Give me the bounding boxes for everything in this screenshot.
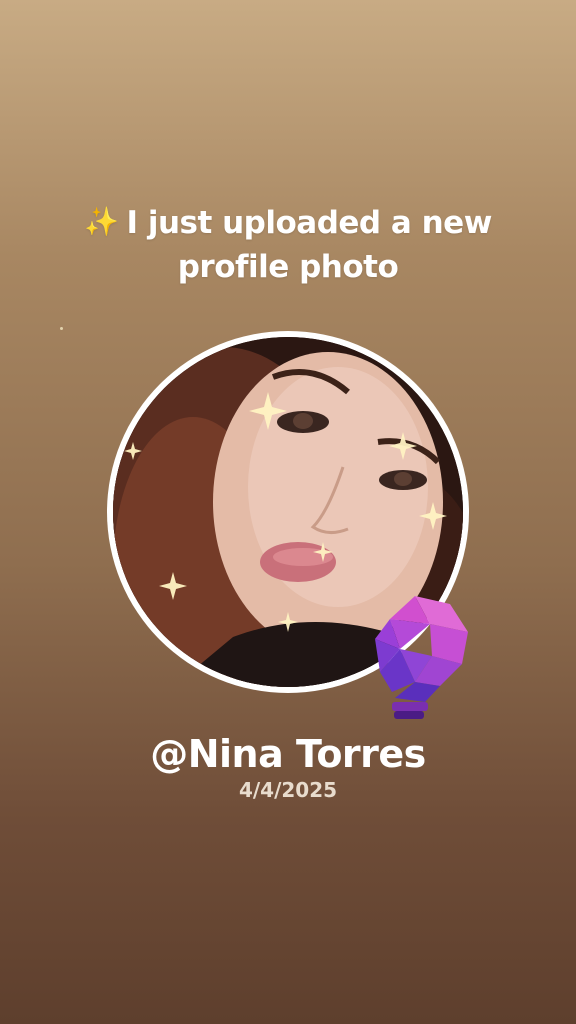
post-date: 4/4/2025 [238,778,338,802]
headline: ✨ I just uploaded a new profile photo [0,200,576,289]
sparkle-speck [60,327,63,330]
headline-text-1: I just uploaded a new [126,205,493,241]
lightbulb-icon [375,596,468,719]
headline-line-1: ✨ I just uploaded a new [0,200,576,245]
headline-text-2: profile photo [177,249,399,285]
sparkles-icon: ✨ [84,205,119,238]
story-card: ✨ I just uploaded a new profile photo @N… [0,0,576,1024]
username[interactable]: @Nina Torres [0,728,576,780]
